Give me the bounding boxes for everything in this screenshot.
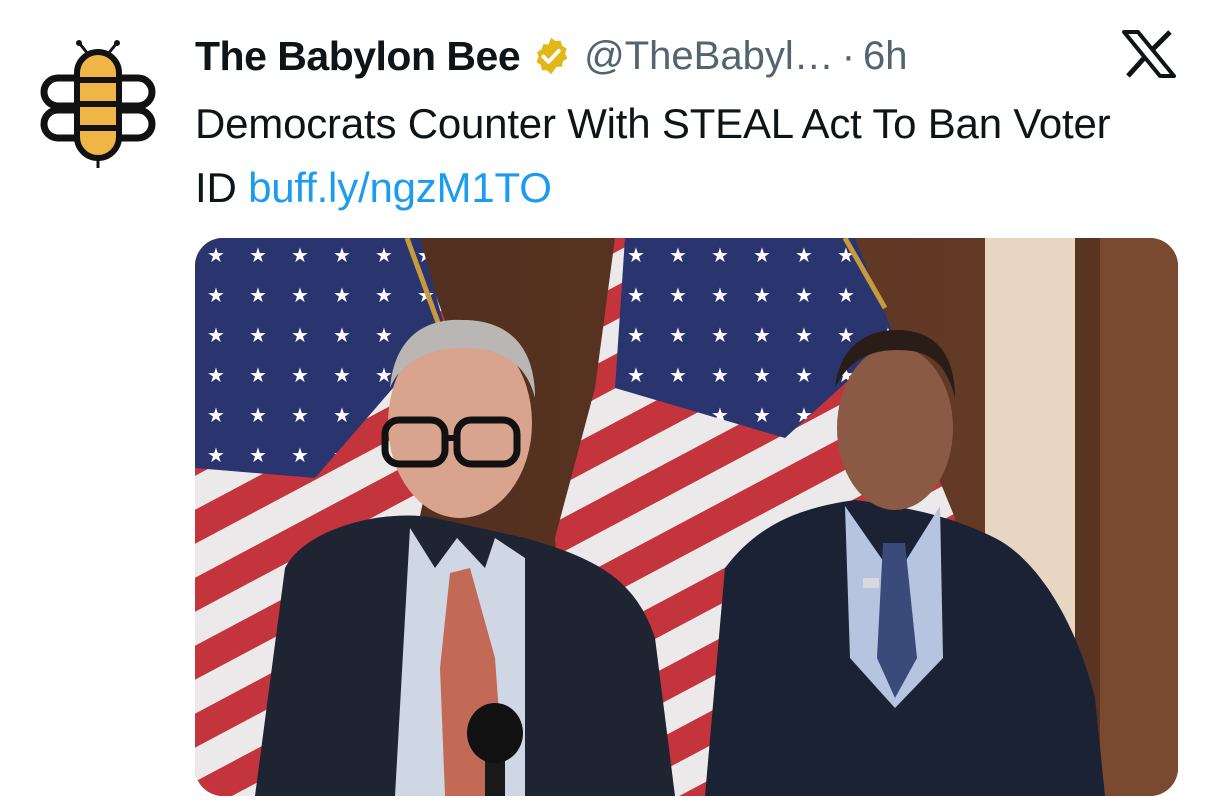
verified-badge-icon xyxy=(530,35,572,77)
tweet-timestamp[interactable]: 6h xyxy=(863,34,908,79)
tweet-media-photo[interactable]: ★ xyxy=(195,238,1178,796)
babylon-bee-logo-icon xyxy=(40,40,156,168)
author-display-name[interactable]: The Babylon Bee xyxy=(195,33,521,80)
press-conference-photo: ★ xyxy=(195,238,1178,796)
tweet-link[interactable]: buff.ly/ngzM1TO xyxy=(248,164,552,211)
tweet-header: The Babylon Bee @TheBabyl… · 6h xyxy=(195,26,1095,86)
author-avatar[interactable] xyxy=(30,36,166,172)
x-logo-icon[interactable] xyxy=(1122,30,1176,78)
author-handle[interactable]: @TheBabyl… xyxy=(584,34,834,79)
separator-dot: · xyxy=(841,33,856,78)
tweet-text: Democrats Counter With STEAL Act To Ban … xyxy=(195,92,1155,220)
